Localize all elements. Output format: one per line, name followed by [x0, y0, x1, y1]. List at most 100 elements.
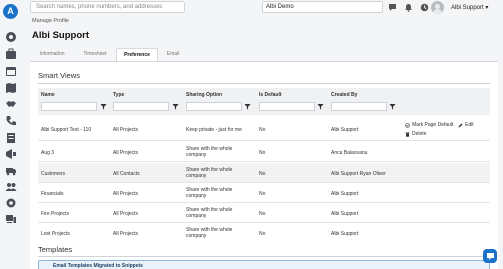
- chat-bubble-icon[interactable]: [388, 3, 397, 12]
- filter-icon[interactable]: [389, 103, 396, 110]
- row-name: Fire Projects: [41, 211, 70, 217]
- row-type: All Projects: [113, 150, 139, 156]
- chat-widget-button[interactable]: [483, 249, 497, 263]
- edit-label: Edit: [465, 122, 474, 128]
- table-row[interactable]: Aug 3 All Projects Share with the whole c…: [38, 142, 490, 162]
- row-created-by: Albi Support Ryan Oliver: [331, 171, 386, 177]
- row-created-by: Albi Support: [331, 231, 359, 237]
- delete-button[interactable]: Delete: [405, 131, 426, 137]
- delete-label: Delete: [412, 131, 427, 137]
- tab-email[interactable]: Email: [158, 48, 188, 61]
- row-created-by: Albi Support: [331, 127, 359, 133]
- filter-icon[interactable]: [244, 103, 251, 110]
- user-name: Albi Support: [451, 5, 484, 11]
- megaphone-icon[interactable]: [5, 148, 17, 160]
- column-header-sharing[interactable]: Sharing Option: [186, 92, 222, 98]
- table-row[interactable]: Fire Projects All Projects Share with th…: [38, 203, 490, 223]
- divider: [38, 83, 490, 84]
- user-menu[interactable]: Albi Support ▾: [451, 4, 488, 11]
- row-created-by: Albi Support: [331, 191, 359, 197]
- row-type: All Projects: [113, 211, 139, 217]
- table-row[interactable]: Financials All Projects Share with the w…: [38, 183, 490, 203]
- templates-banner: Email Templates Migrated to Snippets: [38, 260, 490, 269]
- dashboard-icon[interactable]: [5, 31, 17, 43]
- row-sharing: Share with the whole company: [186, 146, 232, 158]
- tab-information[interactable]: Information: [30, 48, 74, 61]
- edit-button[interactable]: Edit: [458, 122, 474, 128]
- trash-icon: [405, 132, 410, 137]
- type-filter-input[interactable]: [113, 102, 169, 111]
- bell-icon[interactable]: [404, 3, 413, 12]
- row-created-by: Anca Balaceanu: [331, 150, 368, 156]
- column-header-name[interactable]: Name: [41, 92, 55, 98]
- app-logo[interactable]: A: [3, 4, 18, 19]
- mark-default-button[interactable]: Mark Page Default: [405, 122, 453, 128]
- row-sharing: Share with the whole company: [186, 207, 232, 219]
- row-name: Customers: [41, 171, 66, 177]
- row-sharing: Share with the whole company: [186, 227, 232, 239]
- tab-preference[interactable]: Preference: [116, 48, 158, 61]
- sharing-line: company: [186, 233, 207, 239]
- table-header: Name Type Sharing Option Is Default Crea…: [38, 88, 490, 115]
- smart-views-title: Smart Views: [38, 71, 80, 80]
- row-name: Aug 3: [41, 150, 55, 156]
- row-type: All Contacts: [113, 171, 140, 177]
- breadcrumb[interactable]: Manage Profile: [32, 18, 69, 24]
- filter-icon[interactable]: [317, 103, 324, 110]
- row-type: All Projects: [113, 231, 139, 237]
- row-type: All Projects: [113, 127, 139, 133]
- users-icon[interactable]: [5, 181, 17, 193]
- devices-icon[interactable]: [5, 213, 17, 225]
- avatar[interactable]: [431, 1, 444, 14]
- sharing-line: company: [186, 213, 207, 219]
- tab-timesheet[interactable]: Timesheet: [74, 48, 116, 61]
- row-default: No: [259, 231, 266, 237]
- map-icon[interactable]: [5, 82, 17, 94]
- pencil-icon: [458, 123, 463, 127]
- row-sharing: Share with the whole company: [186, 167, 232, 179]
- invoice-icon[interactable]: [5, 132, 17, 144]
- row-created-by: Albi Support: [331, 211, 359, 217]
- phone-icon[interactable]: [5, 115, 17, 127]
- sharing-line: company: [186, 193, 207, 199]
- sharing-line: company: [186, 152, 207, 158]
- row-default: No: [259, 211, 266, 217]
- handshake-icon[interactable]: [5, 98, 17, 110]
- row-name: Financials: [41, 191, 64, 197]
- profile-tabs: Information Timesheet Preference Email: [30, 48, 188, 61]
- mark-default-label: Mark Page Default: [412, 122, 454, 128]
- divider: [38, 256, 490, 257]
- briefcase-icon[interactable]: [5, 48, 17, 60]
- row-name: Albi Support Test - 110: [41, 127, 92, 133]
- sidebar: A: [0, 0, 22, 269]
- column-header-default[interactable]: Is Default: [259, 92, 282, 98]
- calendar-icon[interactable]: [5, 65, 17, 77]
- filter-icon[interactable]: [100, 103, 107, 110]
- sharing-line: company: [186, 173, 207, 179]
- column-header-created-by[interactable]: Created By: [331, 92, 357, 98]
- row-default: No: [259, 127, 266, 133]
- organization-field[interactable]: Albi Demo: [262, 1, 383, 13]
- row-sharing: Share with the whole company: [186, 187, 232, 199]
- check-circle-icon: [405, 122, 410, 128]
- row-type: All Projects: [113, 191, 139, 197]
- chevron-down-icon: ▾: [485, 5, 489, 11]
- clock-icon[interactable]: [420, 3, 429, 12]
- sharing-filter-input[interactable]: [186, 102, 242, 111]
- settings-icon[interactable]: [5, 197, 17, 209]
- table-row[interactable]: Albi Support Test - 110 All Projects Kee…: [38, 116, 490, 141]
- templates-title: Templates: [38, 245, 73, 254]
- name-filter-input[interactable]: [41, 102, 97, 111]
- row-default: No: [259, 191, 266, 197]
- created-by-filter-input[interactable]: [331, 102, 387, 111]
- table-row[interactable]: Customers All Contacts Share with the wh…: [38, 163, 490, 183]
- chat-icon: [486, 252, 494, 260]
- default-filter-input[interactable]: [259, 102, 315, 111]
- column-header-type[interactable]: Type: [113, 92, 124, 98]
- row-default: No: [259, 150, 266, 156]
- search-input[interactable]: Search names, phone numbers, and address…: [30, 1, 185, 13]
- row-name: Lost Projects: [41, 231, 70, 237]
- table-row[interactable]: Lost Projects All Projects Share with th…: [38, 223, 490, 243]
- filter-icon[interactable]: [172, 103, 179, 110]
- truck-icon[interactable]: [5, 165, 17, 177]
